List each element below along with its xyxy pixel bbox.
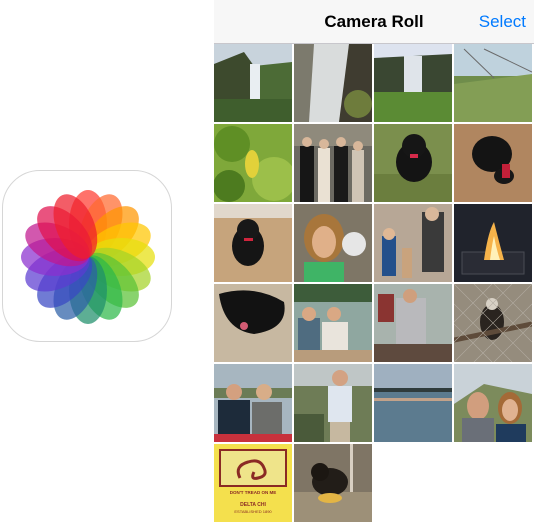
photos-app-icon[interactable] xyxy=(2,170,172,342)
photo-thumbnail-dog-sand[interactable] xyxy=(214,284,292,362)
photo-thumbnail-campfire[interactable] xyxy=(454,204,532,282)
photo-thumbnail-puppy-wood[interactable] xyxy=(214,204,292,282)
photo-thumbnail-group-formal[interactable] xyxy=(294,124,372,202)
select-button[interactable]: Select xyxy=(479,12,526,32)
flag-text-bot: ESTABLISHED 1890 xyxy=(234,509,272,514)
photo-thumbnail-couple-selfie[interactable] xyxy=(454,364,532,442)
photo-thumbnail-lake-sunset[interactable] xyxy=(374,364,452,442)
photo-thumbnail-puppy-floor[interactable] xyxy=(454,124,532,202)
photos-flower-icon xyxy=(21,190,155,324)
photo-thumbnail-man-boat[interactable] xyxy=(294,364,372,442)
photo-thumbnail-waterfall-cliff[interactable] xyxy=(214,44,292,122)
photo-thumbnail-waterfall-valley[interactable] xyxy=(374,44,452,122)
photo-thumbnail-woman-selfie[interactable] xyxy=(294,204,372,282)
photo-thumbnail-green-leaves[interactable] xyxy=(214,124,292,202)
photo-thumbnail-group-party[interactable] xyxy=(374,204,452,282)
photo-thumbnail-grassy-dunes[interactable] xyxy=(454,44,532,122)
photo-thumbnail-waterfall-rocks[interactable] xyxy=(294,44,372,122)
flag-text-top: DON'T TREAD ON ME xyxy=(230,490,277,495)
photo-thumbnail-puppy-grass[interactable] xyxy=(374,124,452,202)
photo-thumbnail-dont-tread-flag[interactable]: DON'T TREAD ON ME DELTA CHI ESTABLISHED … xyxy=(214,444,292,522)
flag-text-mid: DELTA CHI xyxy=(240,502,266,508)
photo-thumbnail-couple-boat[interactable] xyxy=(294,284,372,362)
photo-thumbnail-eagle-cage[interactable] xyxy=(454,284,532,362)
photo-thumbnail-man-woman-boat[interactable] xyxy=(374,284,452,362)
photo-thumbnail-dog-toy[interactable] xyxy=(294,444,372,522)
navigation-bar: Camera Roll Select xyxy=(214,0,534,44)
photo-thumbnail-couple-lake[interactable] xyxy=(214,364,292,442)
camera-roll-screen: Camera Roll Select DON'T TREAD ON ME DEL… xyxy=(214,0,534,524)
